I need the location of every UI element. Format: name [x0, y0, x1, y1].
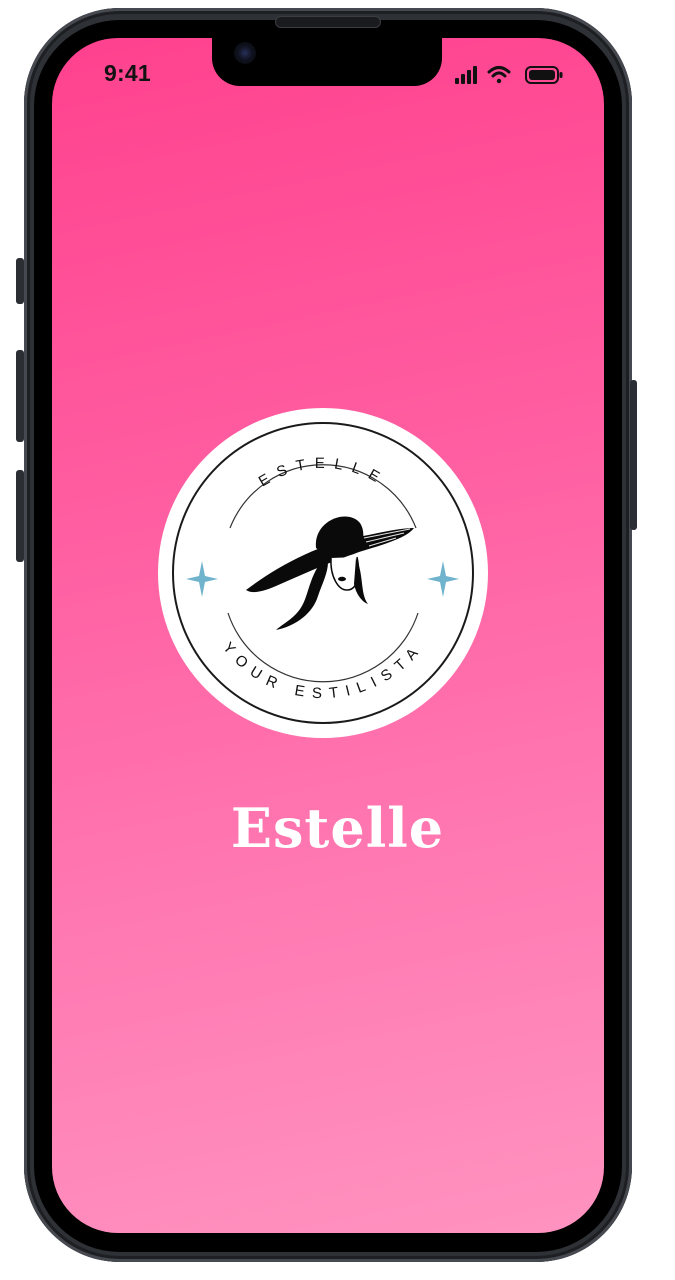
front-camera [234, 42, 256, 64]
phone-mockup: 9:41 ESTELLE YOUR ESTILISTA Estelle [0, 0, 675, 1280]
status-time: 9:41 [104, 60, 151, 86]
app-logo: ESTELLE YOUR ESTILISTA [158, 408, 488, 738]
battery-icon [525, 66, 563, 84]
volume-up-button [16, 350, 24, 442]
speaker-grille [275, 16, 381, 28]
volume-down-button [16, 470, 24, 562]
cellular-signal-icon [455, 66, 477, 84]
power-button [630, 380, 637, 530]
silent-switch [16, 258, 24, 304]
status-icons [455, 66, 563, 84]
wifi-icon [487, 66, 511, 84]
app-title: Estelle [230, 796, 445, 860]
